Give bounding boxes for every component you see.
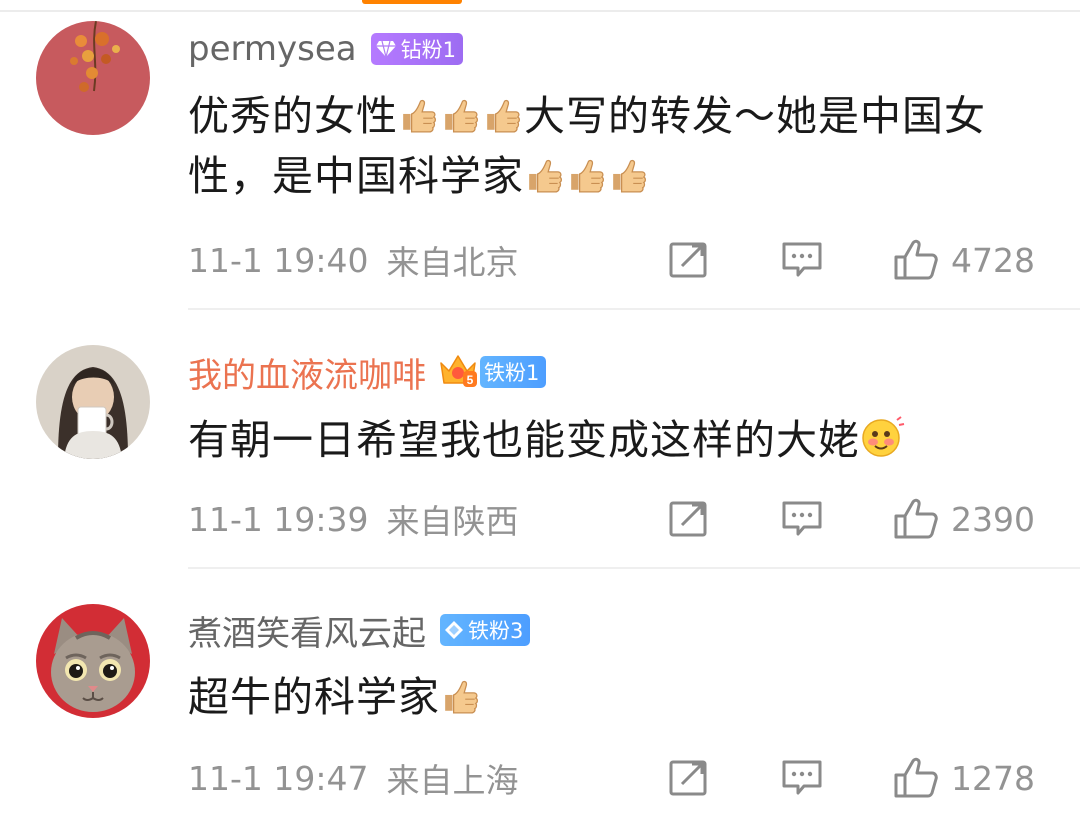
comment-meta: 11-1 19:39 来自陕西 xyxy=(188,497,519,542)
thumbs-up-emoji xyxy=(444,99,478,133)
timestamp: 11-1 19:40 xyxy=(188,240,369,280)
location: 来自陕西 xyxy=(386,502,519,541)
fan-badge[interactable]: 铁粉3 xyxy=(440,614,531,646)
reply-button[interactable] xyxy=(780,238,824,282)
thumbs-up-emoji xyxy=(612,159,646,193)
thumbs-up-emoji xyxy=(486,99,520,133)
comment-text-part: 优秀的女性 xyxy=(188,92,398,140)
comment-meta: 11-1 19:40 来自北京 xyxy=(188,238,519,283)
comment-icon xyxy=(782,501,822,536)
username[interactable]: permysea xyxy=(188,29,357,69)
timestamp: 11-1 19:47 xyxy=(188,758,369,798)
like-count: 2390 xyxy=(951,499,1035,539)
comment-icon xyxy=(782,242,822,277)
like-button[interactable]: 1278 xyxy=(893,756,1035,800)
comment-text-part: 有朝一日希望我也能变成这样的大姥 xyxy=(188,416,860,464)
autumn-leaves-avatar[interactable] xyxy=(36,21,150,135)
active-tab-indicator xyxy=(362,0,462,4)
thumbs-up-emoji xyxy=(570,159,604,193)
location: 来自北京 xyxy=(386,243,519,282)
badge-label: 铁粉1 xyxy=(484,361,540,385)
comment-header: 煮酒笑看风云起 铁粉3 xyxy=(188,606,531,655)
vip-level: 5 xyxy=(467,373,474,387)
username[interactable]: 煮酒笑看风云起 xyxy=(188,606,426,655)
girl-holding-mug-avatar[interactable] xyxy=(36,345,150,459)
repost-button[interactable] xyxy=(668,497,710,541)
comment-text: 优秀的女性 大写的转发～她是中国女性，是中国科学家 xyxy=(188,86,1058,206)
like-count: 4728 xyxy=(951,240,1035,280)
comment-header: 我的血液流咖啡 5 铁粉1 xyxy=(188,348,547,397)
cat-face-avatar[interactable] xyxy=(36,604,150,718)
repost-button[interactable] xyxy=(668,238,710,282)
comment-divider xyxy=(188,308,1080,310)
repost-icon xyxy=(669,501,707,537)
thumbs-up-emoji xyxy=(402,99,436,133)
comment-header: permysea 钻粉1 xyxy=(188,27,463,71)
thumbs-up-icon xyxy=(894,498,938,539)
diamond-icon xyxy=(444,620,464,640)
comment-text: 有朝一日希望我也能变成这样的大姥 xyxy=(188,410,1058,470)
comment-text-part: 超牛的科学家 xyxy=(188,673,440,721)
like-button[interactable]: 2390 xyxy=(893,497,1035,541)
top-divider xyxy=(0,10,1080,12)
badge-label: 铁粉3 xyxy=(468,619,524,643)
repost-icon xyxy=(669,760,707,796)
blushing-face-emoji xyxy=(862,416,905,457)
repost-button[interactable] xyxy=(668,756,710,800)
comment-text: 超牛的科学家 xyxy=(188,667,1058,727)
comment-divider xyxy=(188,567,1080,569)
badge-label: 钻粉1 xyxy=(400,38,456,62)
location: 来自上海 xyxy=(386,761,519,800)
like-count: 1278 xyxy=(951,758,1035,798)
diamond-icon xyxy=(375,40,397,58)
thumbs-up-icon xyxy=(894,757,938,798)
repost-icon xyxy=(669,242,707,278)
thumbs-up-emoji xyxy=(528,159,562,193)
vip-crown-icon: 5 xyxy=(438,351,478,389)
fan-badge[interactable]: 钻粉1 xyxy=(370,33,463,65)
timestamp: 11-1 19:39 xyxy=(188,499,369,539)
comment-icon xyxy=(782,760,822,795)
username[interactable]: 我的血液流咖啡 xyxy=(188,348,426,397)
comment-meta: 11-1 19:47 来自上海 xyxy=(188,756,519,801)
like-button[interactable]: 4728 xyxy=(893,238,1035,282)
reply-button[interactable] xyxy=(780,756,824,800)
thumbs-up-icon xyxy=(894,239,938,280)
thumbs-up-emoji xyxy=(444,680,478,714)
reply-button[interactable] xyxy=(780,497,824,541)
fan-badge[interactable]: 铁粉1 xyxy=(480,356,547,388)
comment-list-page: permysea 钻粉1 优秀的女性 大写的转发～她是中国女性，是中国科学家 11… xyxy=(0,0,1080,819)
